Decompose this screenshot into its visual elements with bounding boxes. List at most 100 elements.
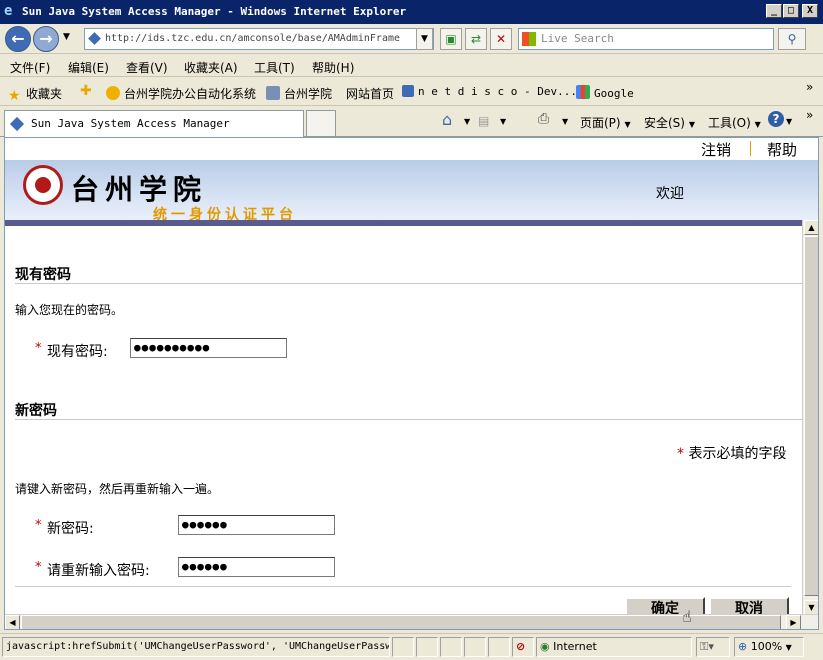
google-icon <box>576 85 590 99</box>
refresh-icon[interactable]: ⇄ <box>465 28 487 50</box>
help-link[interactable]: 帮助 <box>767 139 797 160</box>
page-menu[interactable]: 页面(P) ▼ <box>580 114 631 131</box>
new-password-heading: 新密码 <box>15 403 57 419</box>
window-title: Sun Java System Access Manager - Windows… <box>22 5 407 18</box>
safety-dropdown-icon: ▼ <box>688 120 695 129</box>
confirm-password-label: 请重新输入密码: <box>47 563 150 579</box>
banner-divider <box>5 220 818 226</box>
title-bar: e Sun Java System Access Manager - Windo… <box>0 0 823 24</box>
nav-divider <box>750 141 751 156</box>
new-tab-button[interactable] <box>306 110 336 136</box>
minimize-button[interactable]: _ <box>766 4 782 18</box>
stop-icon[interactable]: ✕ <box>490 28 512 50</box>
help-dropdown-icon[interactable]: ▼ <box>786 117 792 126</box>
back-button[interactable]: ← <box>5 26 31 52</box>
logout-link[interactable]: 注销 <box>701 139 731 160</box>
menu-favorites[interactable]: 收藏夹(A) <box>184 59 238 76</box>
more-tools-icon[interactable]: » <box>806 108 813 122</box>
home-dropdown-icon[interactable]: ▼ <box>464 117 470 126</box>
zoom-level: 100% <box>750 640 783 653</box>
tab-access-manager[interactable]: Sun Java System Access Manager <box>4 110 304 137</box>
scroll-right-icon[interactable]: ▶ <box>786 615 801 629</box>
status-segment <box>488 637 510 657</box>
help-icon[interactable]: ? <box>768 111 784 127</box>
fav-item-tzc-label: 台州学院 <box>284 87 333 101</box>
current-password-input[interactable]: ●●●●●●●●●● <box>130 338 287 358</box>
tools-dropdown-icon: ▼ <box>754 120 761 129</box>
feeds-icon[interactable]: ▤ <box>478 114 489 128</box>
safety-menu[interactable]: 安全(S) ▼ <box>644 114 695 131</box>
required-star: * <box>35 560 42 575</box>
ie-logo-icon: e <box>4 3 13 19</box>
close-button[interactable]: X <box>802 4 818 18</box>
confirm-password-input[interactable]: ●●●●●● <box>178 557 335 577</box>
welcome-text: 欢迎 <box>656 186 684 202</box>
status-segment <box>392 637 414 657</box>
internet-zone[interactable]: ◉ Internet <box>536 637 692 657</box>
blocked-icon[interactable]: ⊘ <box>512 637 534 657</box>
required-star: * <box>35 341 42 356</box>
school-logo-icon <box>23 165 63 205</box>
menu-tools[interactable]: 工具(T) <box>254 59 295 76</box>
tools-menu[interactable]: 工具(O) ▼ <box>708 114 761 131</box>
scroll-thumb[interactable] <box>804 236 818 596</box>
fav-item-netdisco-label: n e t d i s c o - Dev... <box>418 85 577 98</box>
status-segment <box>440 637 462 657</box>
favorites-button[interactable]: ★ 收藏夹 <box>8 85 62 103</box>
menu-view[interactable]: 查看(V) <box>126 59 168 76</box>
school-icon <box>266 86 280 100</box>
live-search-icon <box>522 32 536 46</box>
maximize-button[interactable]: □ <box>783 4 799 18</box>
add-favorite-icon[interactable]: ✚ <box>80 83 92 99</box>
page-menu-label: 页面(P) <box>580 116 621 130</box>
current-password-instruction: 输入您现在的密码。 <box>15 303 124 317</box>
scroll-up-icon[interactable]: ▲ <box>804 220 818 235</box>
status-segment <box>464 637 486 657</box>
scroll-down-icon[interactable]: ▼ <box>804 600 818 615</box>
school-name: 台州学院 <box>71 173 208 206</box>
scroll-left-icon[interactable]: ◀ <box>5 615 20 629</box>
fav-item-netdisco[interactable]: n e t d i s c o - Dev... <box>402 85 577 98</box>
required-note-star: * <box>677 446 684 462</box>
search-go-button[interactable]: ⚲ <box>778 28 806 50</box>
tab-title: Sun Java System Access Manager <box>31 117 230 130</box>
page-icon <box>88 32 101 45</box>
hscroll-thumb[interactable] <box>21 615 781 629</box>
status-bar: javascript:hrefSubmit('UMChangeUserPassw… <box>0 633 823 660</box>
horizontal-scrollbar[interactable]: ◀ ▶ <box>5 614 818 629</box>
search-placeholder: Live Search <box>541 32 614 45</box>
compatibility-icon[interactable]: ▣ <box>440 28 462 50</box>
required-note-text: 表示必填的字段 <box>688 446 787 462</box>
url-dropdown-button[interactable]: ▼ <box>416 28 433 50</box>
current-password-heading: 现有密码 <box>15 267 71 283</box>
zoom-dropdown-icon: ▼ <box>785 643 792 652</box>
oa-icon <box>106 86 120 100</box>
menu-edit[interactable]: 编辑(E) <box>68 59 109 76</box>
page-content: 注销 帮助 台州学院 统一身份认证平台 欢迎 现有密码 输入您现在的密码。 * … <box>4 137 819 630</box>
forward-button[interactable]: → <box>33 26 59 52</box>
fav-item-oa[interactable]: 台州学院办公自动化系统 <box>106 85 256 102</box>
address-bar: ← → ▼ http://ids.tzc.edu.cn/amconsole/ba… <box>0 24 823 54</box>
history-dropdown-icon[interactable]: ▼ <box>63 32 70 42</box>
new-password-input[interactable]: ●●●●●● <box>178 515 335 535</box>
required-star: * <box>35 518 42 533</box>
menu-bar: 文件(F) 编辑(E) 查看(V) 收藏夹(A) 工具(T) 帮助(H) <box>0 55 823 77</box>
fav-item-google-label: Google <box>594 87 634 100</box>
feeds-dropdown-icon[interactable]: ▼ <box>500 117 506 126</box>
fav-item-home[interactable]: 网站首页 <box>346 85 394 102</box>
url-input[interactable]: http://ids.tzc.edu.cn/amconsole/base/AMA… <box>84 28 434 50</box>
search-input[interactable]: Live Search <box>518 28 774 50</box>
print-dropdown-icon[interactable]: ▼ <box>562 117 568 126</box>
menu-help[interactable]: 帮助(H) <box>312 59 354 76</box>
zoom-control[interactable]: ⊕ 100% ▼ <box>734 637 804 657</box>
home-icon[interactable]: ⌂ <box>442 110 452 129</box>
fav-item-tzc[interactable]: 台州学院 <box>266 85 332 102</box>
fav-item-oa-label: 台州学院办公自动化系统 <box>124 87 257 101</box>
protected-mode-icon[interactable]: ⚿▾ <box>696 637 730 657</box>
more-favorites-icon[interactable]: » <box>806 80 813 94</box>
vertical-scrollbar[interactable]: ▲ ▼ <box>802 220 818 618</box>
safety-menu-label: 安全(S) <box>644 116 685 130</box>
print-icon[interactable]: ⎙ <box>538 111 549 127</box>
fav-item-google[interactable]: Google <box>576 85 634 100</box>
menu-file[interactable]: 文件(F) <box>10 59 50 76</box>
